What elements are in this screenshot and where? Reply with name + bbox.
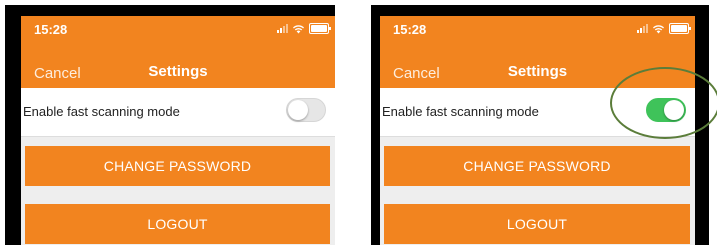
battery-icon [309,23,331,34]
change-password-button[interactable]: CHANGE PASSWORD [384,146,690,186]
wifi-icon [293,24,304,33]
status-icons [637,23,691,34]
battery-icon [669,23,691,34]
screenshot-before: 15:28 Cancel Settings Enable fast scanni… [5,5,335,245]
status-time: 15:28 [34,22,68,37]
setting-row-fast-scanning: Enable fast scanning mode [21,88,335,137]
signal-icon [637,24,648,33]
setting-label: Enable fast scanning mode [382,104,539,119]
nav-bar: Cancel Settings [21,52,335,88]
setting-label: Enable fast scanning mode [23,104,180,119]
page-title: Settings [148,63,208,80]
toggle-knob [288,100,308,120]
logout-button[interactable]: LOGOUT [25,204,330,244]
phone-screen: 15:28 Cancel Settings Enable fast scanni… [21,16,335,245]
fast-scanning-toggle[interactable] [286,98,326,122]
signal-icon [277,24,288,33]
status-time: 15:28 [393,22,427,37]
highlight-ring-annotation [610,67,717,139]
wifi-icon [653,24,664,33]
status-bar: 15:28 [21,16,335,52]
change-password-button[interactable]: CHANGE PASSWORD [25,146,330,186]
logout-button[interactable]: LOGOUT [384,204,690,244]
status-bar: 15:28 [380,16,695,52]
status-icons [277,23,331,34]
